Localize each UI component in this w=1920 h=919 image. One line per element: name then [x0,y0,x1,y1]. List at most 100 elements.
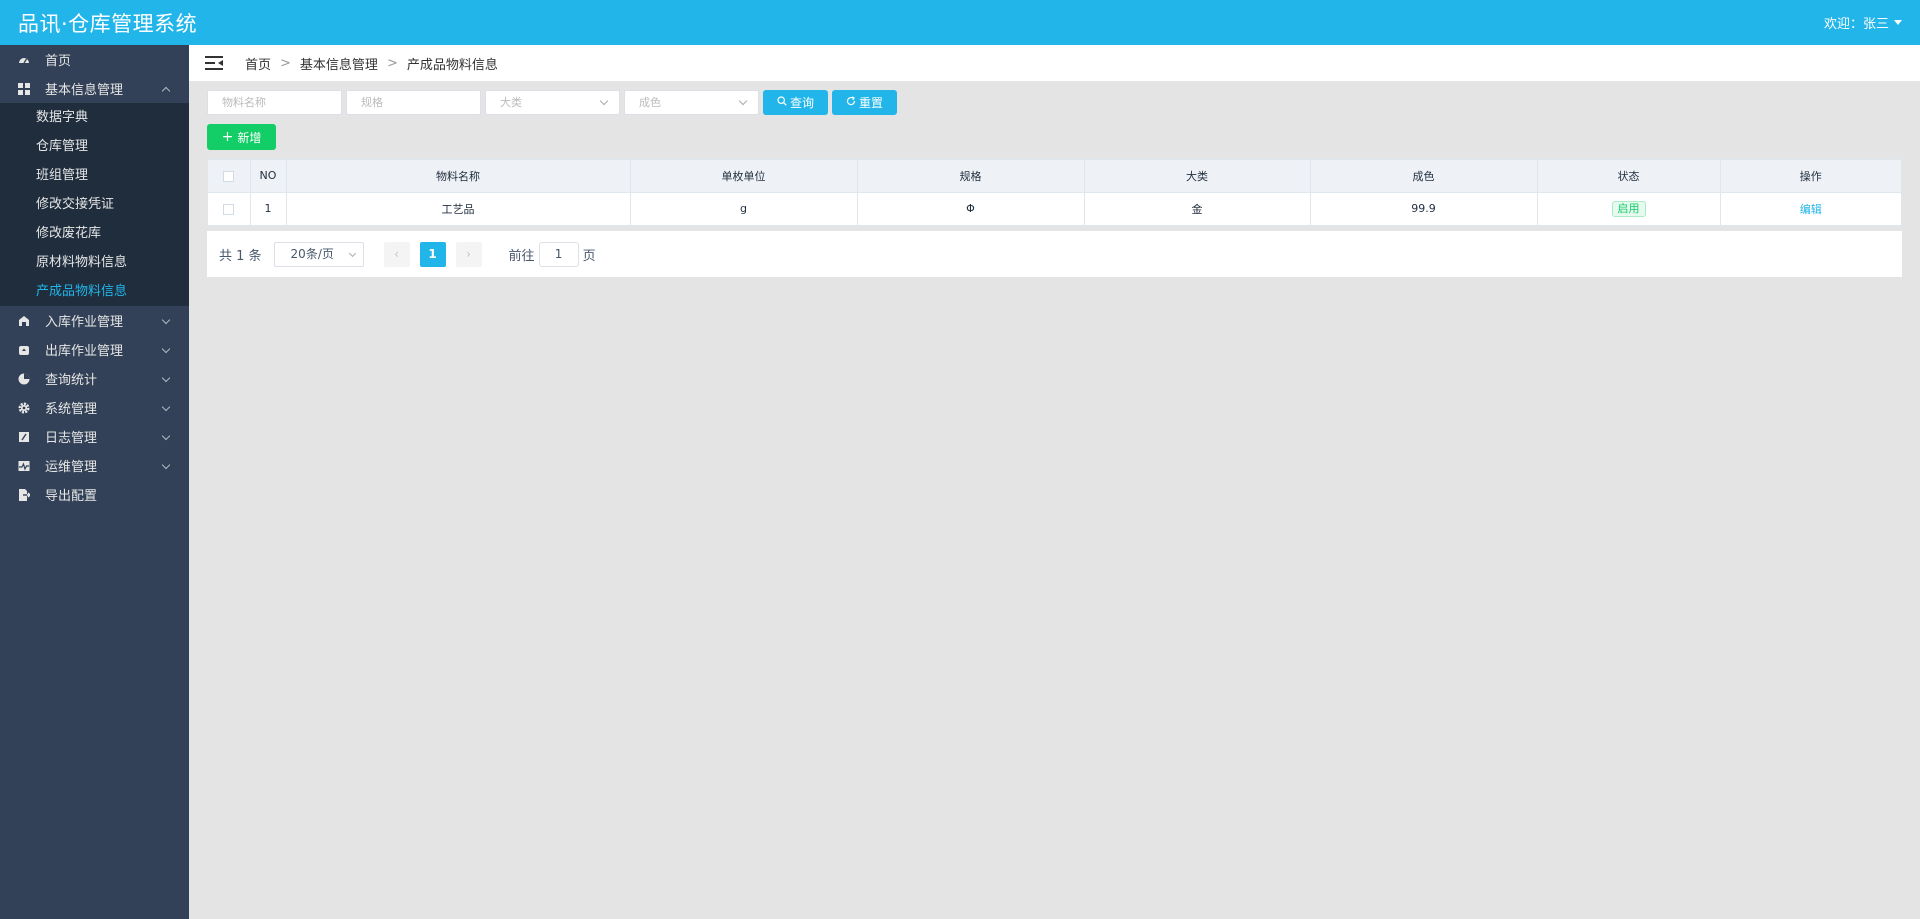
sidebar-item-label: 查询统计 [45,373,98,388]
cell-category: 金 [1084,192,1311,226]
chevron-down-icon [161,460,171,470]
row-checkbox[interactable] [223,203,235,215]
caret-down-icon [1894,20,1902,25]
column-header-purity: 成色 [1310,160,1538,193]
breadcrumb: 首页 > 基本信息管理 > 产成品物料信息 [245,54,498,73]
chevron-up-icon [161,86,171,96]
submenu-item-finished-product[interactable]: 产成品物料信息 [0,277,189,306]
category-select[interactable]: 大类 [485,90,620,115]
edit-link[interactable]: 编辑 [1800,203,1822,216]
chevron-down-icon [738,96,748,106]
sidebar-item-basic-info[interactable]: 基本信息管理 [0,74,189,103]
inbound-icon [18,315,30,327]
plus-icon: + [221,129,234,145]
column-header-status: 状态 [1537,160,1721,193]
cell-spec: Φ [857,192,1085,226]
sidebar-item-label: 系统管理 [45,402,98,417]
dashboard-icon [18,54,30,66]
grid-icon [18,82,30,95]
sidebar-item-label: 日志管理 [45,431,98,446]
sidebar-item-label: 导出配置 [45,489,98,504]
material-name-input[interactable]: 物料名称 [207,90,342,115]
goto-label: 前往 [508,248,535,264]
search-button[interactable]: 查询 [763,90,829,115]
cell-no: 1 [250,192,287,226]
sidebar-item-label: 首页 [45,54,72,69]
user-menu[interactable]: 欢迎：张三 [1824,13,1902,32]
column-header-category: 大类 [1084,160,1311,193]
search-button-label: 查询 [790,96,815,110]
purity-select[interactable]: 成色 [624,90,759,115]
submenu-item-team[interactable]: 班组管理 [0,161,189,190]
cell-action: 编辑 [1720,192,1901,226]
sidebar-item-outbound[interactable]: 出库作业管理 [0,335,189,364]
goto-page-input[interactable]: 1 [538,241,579,267]
cell-purity: 99.9 [1310,192,1538,226]
breadcrumb-bar: 首页 > 基本信息管理 > 产成品物料信息 [189,45,1920,81]
export-icon [18,488,30,501]
table-row: 1 工艺品 g Φ 金 99.9 启用 编辑 [208,192,1901,226]
breadcrumb-home[interactable]: 首页 [245,54,271,73]
search-icon [777,96,787,109]
sidebar-item-label: 基本信息管理 [45,83,124,98]
pagination-total: 共 1 条 [219,248,262,264]
sidebar-item-ops[interactable]: 运维管理 [0,451,189,480]
submenu-item-handover-voucher[interactable]: 修改交接凭证 [0,190,189,219]
chevron-down-icon [161,373,171,383]
status-badge: 启用 [1611,200,1646,217]
column-header-unit: 单枚单位 [630,160,858,193]
sidebar-item-inbound[interactable]: 入库作业管理 [0,306,189,335]
gear-icon [18,402,30,414]
chevron-down-icon [161,315,171,325]
page-number-current[interactable]: 1 [419,241,446,267]
submenu-item-waste-store[interactable]: 修改废花库 [0,219,189,248]
monitor-icon [18,460,30,472]
cell-status: 启用 [1537,192,1721,226]
sidebar-item-label: 出库作业管理 [45,344,124,359]
chevron-down-icon [161,402,171,412]
reset-button[interactable]: 重置 [832,90,898,115]
user-greeting: 欢迎：张三 [1823,17,1889,32]
row-select-cell [208,192,251,226]
pagination: 共 1 条 20条/页 ‹ 1 › 前往 1 页 [207,231,1902,277]
sidebar-item-export-config[interactable]: 导出配置 [0,480,189,509]
pie-chart-icon [18,373,30,385]
collapse-menu-icon[interactable] [205,55,223,71]
filter-bar: 物料名称 规格 大类 成色 查询 重置 [207,90,901,115]
sidebar-item-label: 运维管理 [45,460,98,475]
submenu-basic-info: 数据字典 仓库管理 班组管理 修改交接凭证 修改废花库 原材料物料信息 产成品物… [0,103,189,306]
breadcrumb-basic-info: 基本信息管理 [299,57,378,73]
select-all-cell [208,160,251,193]
sidebar-item-statistics[interactable]: 查询统计 [0,364,189,393]
prev-page-button[interactable]: ‹ [383,241,410,267]
sidebar-item-label: 入库作业管理 [45,315,124,330]
top-header: 品讯·仓库管理系统 欢迎：张三 [0,0,1920,45]
page-jumper: 前往 1 页 [508,241,596,267]
breadcrumb-separator: > [386,55,398,71]
refresh-icon [846,96,856,109]
category-placeholder: 大类 [500,96,522,109]
submenu-item-warehouse[interactable]: 仓库管理 [0,132,189,161]
select-all-checkbox[interactable] [223,170,235,182]
page-suffix: 页 [582,248,596,264]
reset-button-label: 重置 [859,96,884,110]
cell-unit: g [630,192,858,226]
sidebar-item-home[interactable]: 首页 [0,45,189,74]
data-table: NO 物料名称 单枚单位 规格 大类 成色 状态 操作 1 工艺品 g Φ 金 … [207,159,1902,226]
sidebar-item-system[interactable]: 系统管理 [0,393,189,422]
chevron-left-icon: ‹ [394,247,399,261]
page-size-select[interactable]: 20条/页 [273,241,364,267]
chevron-right-icon: › [466,247,471,261]
add-button[interactable]: + 新增 [207,124,276,150]
spec-input[interactable]: 规格 [346,90,481,115]
chevron-down-icon [161,344,171,354]
sidebar-item-logs[interactable]: 日志管理 [0,422,189,451]
column-header-name: 物料名称 [286,160,631,193]
column-header-spec: 规格 [857,160,1085,193]
purity-placeholder: 成色 [639,96,661,109]
submenu-item-data-dictionary[interactable]: 数据字典 [0,103,189,132]
submenu-item-raw-material[interactable]: 原材料物料信息 [0,248,189,277]
chevron-down-icon [348,249,356,257]
chevron-down-icon [161,431,171,441]
next-page-button[interactable]: › [455,241,482,267]
